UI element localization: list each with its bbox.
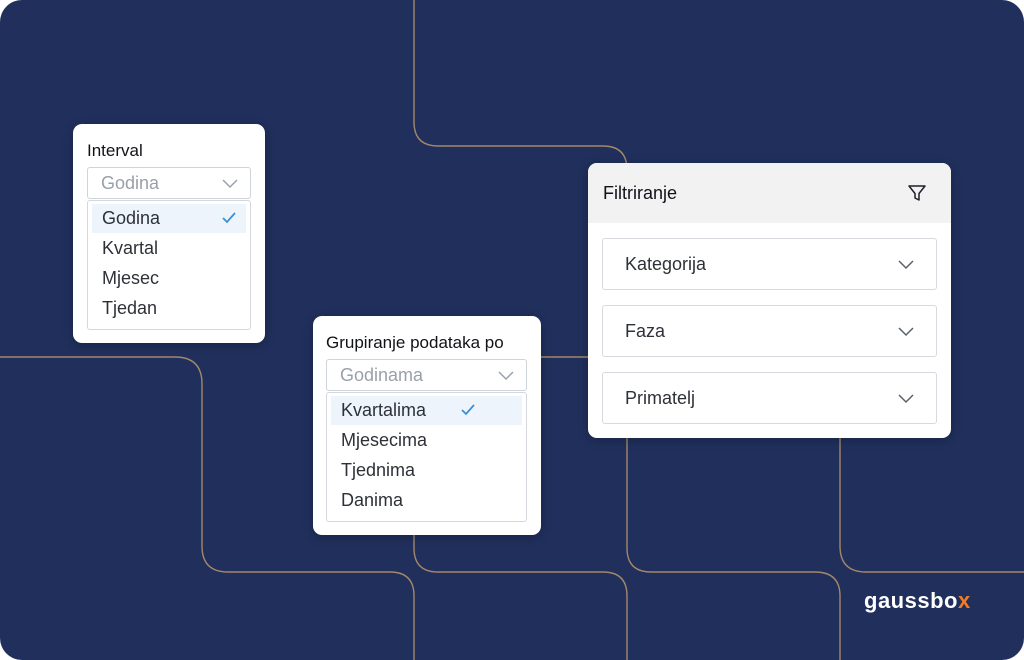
option-label: Kvartalima	[341, 400, 427, 420]
filter-title: Filtriranje	[603, 183, 678, 203]
grouping-select[interactable]: Godinama	[326, 359, 527, 391]
chevron-down-icon	[498, 371, 514, 381]
filter-faza-select[interactable]: Faza	[602, 305, 937, 357]
gaussbox-logo: gaussbox	[864, 588, 971, 614]
filter-header: Filtriranje	[588, 163, 951, 223]
interval-option-kvartal[interactable]: Kvartal	[92, 234, 246, 263]
logo-text: gaussbo	[864, 588, 958, 613]
grouping-card: Grupiranje podataka po Godinama Kvartali…	[313, 316, 541, 535]
grouping-label: Grupiranje podataka po	[326, 333, 504, 352]
filter-field-label: Primatelj	[625, 388, 696, 408]
interval-label: Interval	[87, 141, 143, 160]
interval-option-mjesec[interactable]: Mjesec	[92, 264, 246, 293]
grouping-dropdown-menu: Kvartalima Mjesecima Tjednima Danima	[326, 392, 527, 522]
grouping-option-tjednima[interactable]: Tjednima	[331, 456, 522, 485]
option-label: Godina	[102, 208, 161, 228]
option-label: Mjesec	[102, 268, 160, 288]
filter-kategorija-select[interactable]: Kategorija	[602, 238, 937, 290]
option-label: Danima	[341, 490, 404, 510]
option-label: Kvartal	[102, 238, 159, 258]
filter-field-label: Kategorija	[625, 254, 707, 274]
interval-selected-value: Godina	[101, 173, 160, 193]
check-icon	[461, 404, 475, 416]
chevron-down-icon	[898, 394, 914, 404]
chevron-down-icon	[898, 327, 914, 337]
logo-accent: x	[957, 588, 971, 613]
grouping-option-kvartalima[interactable]: Kvartalima	[331, 396, 522, 425]
option-label: Tjedan	[102, 298, 158, 318]
option-label: Mjesecima	[341, 430, 428, 450]
interval-dropdown-menu: Godina Kvartal Mjesec Tjedan	[87, 200, 251, 330]
chevron-down-icon	[898, 260, 914, 270]
filter-card: Filtriranje Kategorija Faza Primatelj	[588, 163, 951, 438]
funnel-icon[interactable]	[907, 183, 927, 203]
grouping-selected-value: Godinama	[340, 365, 424, 385]
option-label: Tjednima	[341, 460, 416, 480]
interval-card: Interval Godina Godina Kvartal Mjesec Tj…	[73, 124, 265, 343]
grouping-option-mjesecima[interactable]: Mjesecima	[331, 426, 522, 455]
grouping-option-danima[interactable]: Danima	[331, 486, 522, 515]
filter-field-label: Faza	[625, 321, 666, 341]
chevron-down-icon	[222, 179, 238, 189]
interval-select[interactable]: Godina	[87, 167, 251, 199]
filter-primatelj-select[interactable]: Primatelj	[602, 372, 937, 424]
check-icon	[222, 212, 236, 224]
interval-option-tjedan[interactable]: Tjedan	[92, 294, 246, 323]
interval-option-godina[interactable]: Godina	[92, 204, 246, 233]
background-canvas: Interval Godina Godina Kvartal Mjesec Tj…	[0, 0, 1024, 660]
